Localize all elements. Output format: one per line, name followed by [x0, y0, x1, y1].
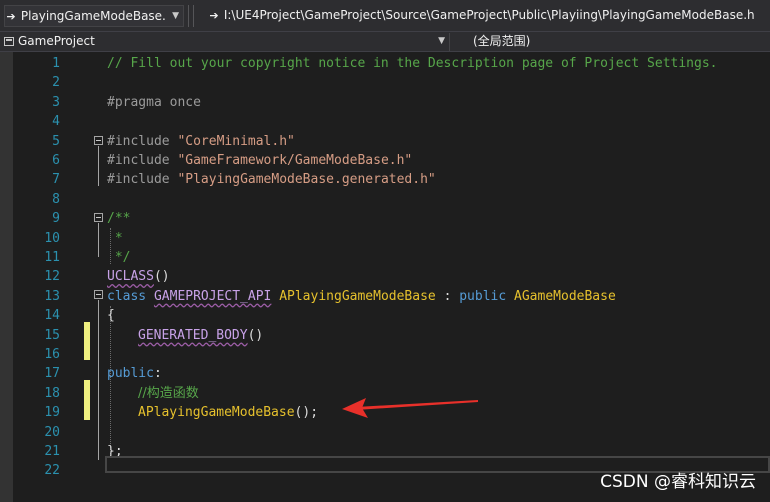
line-number: 19	[44, 405, 60, 421]
code-line-5: #include "CoreMinimal.h"	[107, 133, 295, 149]
project-icon	[4, 37, 14, 46]
code-line-6: #include "GameFramework/GameModeBase.h"	[107, 153, 413, 168]
code-line-12: UCLASS()	[107, 269, 170, 285]
editor-margin	[0, 52, 13, 502]
line-number: 3	[52, 94, 60, 110]
line-number: 17	[44, 366, 60, 382]
change-indicator	[84, 322, 90, 360]
code-line-17: public:	[107, 366, 162, 382]
line-number: 14	[44, 308, 60, 324]
change-indicator	[84, 380, 90, 420]
code-line-9: /**	[107, 211, 131, 227]
line-number: 7	[52, 172, 60, 188]
chevron-down-icon: ▼	[172, 11, 179, 21]
collapse-toggle[interactable]	[94, 290, 103, 299]
line-number: 22	[44, 463, 60, 479]
code-line-18: //构造函数	[138, 385, 199, 401]
document-navigation-bar: ➔ PlayingGameModeBase. ▼ ➔ I:\UE4Project…	[0, 0, 770, 32]
scope-dropdown[interactable]: (全局范围)	[473, 33, 770, 51]
file-path-label: I:\UE4Project\GameProject\Source\GamePro…	[223, 8, 755, 22]
fold-guide	[98, 300, 99, 460]
toolbar-separator	[188, 5, 189, 27]
line-number: 9	[52, 211, 60, 227]
code-line-10: *	[107, 230, 123, 246]
line-number: 5	[52, 133, 60, 149]
line-number: 21	[44, 444, 60, 459]
code-line-7: #include "PlayingGameModeBase.generated.…	[107, 172, 436, 188]
line-number: 16	[44, 347, 60, 362]
line-number: 11	[44, 250, 60, 265]
project-dropdown[interactable]: GameProject ▼	[0, 33, 450, 51]
file-combo-label: PlayingGameModeBase.	[20, 9, 166, 23]
arrow-right-icon: ➔	[6, 10, 16, 23]
chevron-down-icon: ▼	[438, 36, 445, 46]
code-editor[interactable]: 1 2 3 4 5 6 7 8 9 10 11 12 13 14 15 16 1…	[0, 52, 770, 502]
code-line-14: {	[107, 308, 115, 324]
scope-label: (全局范围)	[473, 34, 531, 48]
code-line-19: APlayingGameModeBase();	[138, 405, 319, 421]
line-number: 18	[44, 385, 60, 401]
line-number: 10	[44, 230, 60, 246]
collapse-toggle[interactable]	[94, 136, 103, 145]
line-number: 13	[44, 288, 60, 304]
code-line-1: // Fill out your copyright notice in the…	[107, 56, 718, 71]
line-number: 4	[52, 114, 60, 130]
collapse-toggle[interactable]	[94, 213, 103, 222]
code-line-15: GENERATED_BODY()	[138, 327, 264, 343]
line-number: 20	[44, 424, 60, 440]
project-label: GameProject	[18, 34, 95, 48]
fold-guide	[98, 146, 99, 186]
line-number: 6	[52, 153, 60, 168]
code-navigation-bar: GameProject ▼ (全局范围)	[0, 32, 770, 52]
line-number: 2	[52, 75, 60, 91]
code-line-11: */	[107, 250, 131, 265]
toolbar-separator	[193, 5, 194, 27]
code-line-13: class GAMEPROJECT_API APlayingGameModeBa…	[107, 288, 616, 304]
watermark: CSDN @睿科知识云	[600, 472, 756, 492]
arrow-right-icon: ➔	[209, 9, 219, 22]
code-line-3: #pragma once	[107, 94, 201, 110]
line-number: 1	[52, 56, 60, 71]
line-number: 12	[44, 269, 60, 285]
annotation-arrow-shaft	[356, 400, 478, 410]
line-number: 15	[44, 327, 60, 343]
line-number: 8	[52, 191, 60, 207]
fold-guide	[98, 223, 99, 257]
file-combo[interactable]: ➔ PlayingGameModeBase. ▼	[4, 5, 184, 27]
file-path-display[interactable]: ➔ I:\UE4Project\GameProject\Source\GameP…	[208, 5, 768, 27]
annotation-arrow	[342, 398, 478, 418]
